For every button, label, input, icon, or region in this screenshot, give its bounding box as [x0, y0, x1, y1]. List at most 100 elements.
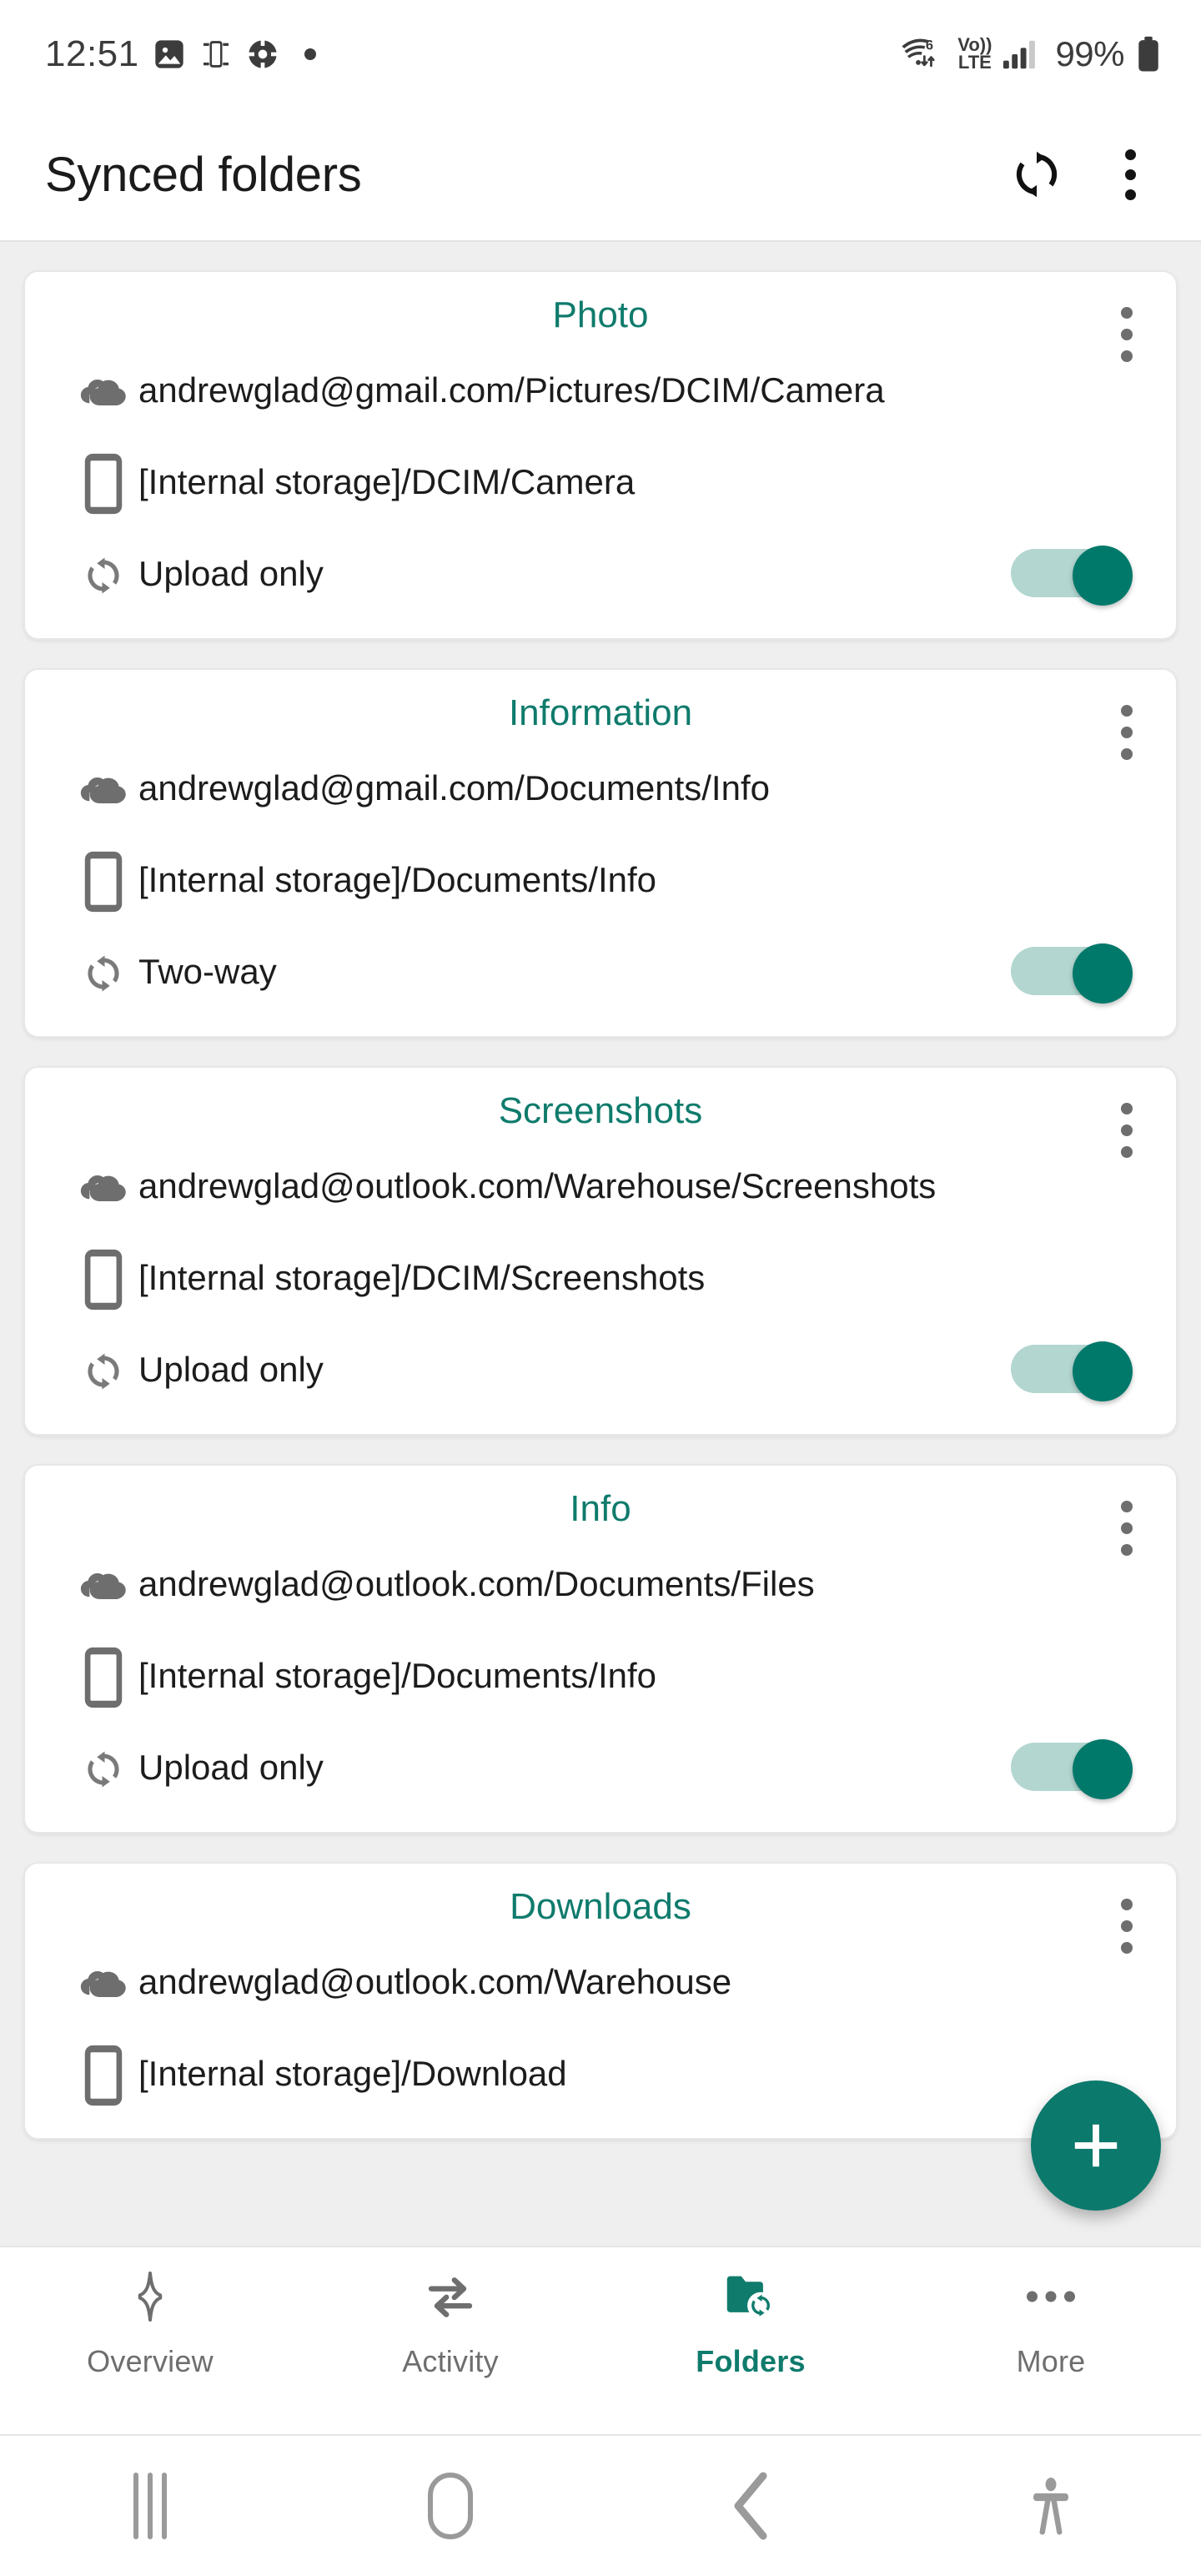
sync-arrows-icon [68, 1739, 138, 1794]
back-button[interactable] [600, 2470, 901, 2542]
signal-bars-icon [1002, 38, 1040, 71]
folder-details: andrewglad@gmail.com/Documents/Info [Inte… [25, 747, 1176, 1011]
sync-mode-label: Upload only [138, 1350, 324, 1390]
back-chevron-icon [734, 2472, 767, 2540]
local-path: [Internal storage]/DCIM/Screenshots [138, 1258, 706, 1298]
kebab-dot [1121, 1103, 1133, 1114]
image-icon [153, 38, 186, 71]
folder-card[interactable]: Information andrewglad@gmail.com/Document… [23, 668, 1178, 1038]
home-button[interactable] [300, 2473, 600, 2539]
kebab-dot [1121, 727, 1133, 738]
status-clock: 12:51 [45, 33, 139, 74]
folder-details: andrewglad@outlook.com/Documents/Files [I… [25, 1543, 1176, 1807]
sync-arrows-icon [68, 1341, 138, 1396]
bottom-nav-item-activity[interactable]: Activity [300, 2266, 600, 2379]
sync-arrows-icon [88, 1353, 119, 1390]
bottom-nav-item-folders[interactable]: Folders [600, 2266, 901, 2379]
page-title: Synced folders [45, 147, 362, 202]
folder-enable-toggle[interactable] [1011, 546, 1133, 606]
local-path: [Internal storage]/Documents/Info [138, 1656, 656, 1696]
dot-icon [304, 48, 316, 60]
phone-device-icon [68, 1640, 138, 1710]
folder-list[interactable]: Photo andrewglad@gmail.com/Pictures/DCIM/… [0, 242, 1201, 2246]
app-header: Synced folders [0, 108, 1201, 242]
ellipsis-icon [1023, 2266, 1078, 2327]
header-actions [1004, 142, 1163, 207]
local-path: [Internal storage]/DCIM/Camera [138, 462, 636, 502]
folder-enable-toggle[interactable] [1011, 1739, 1133, 1799]
svg-text:6: 6 [926, 38, 933, 53]
bottom-nav-label: Overview [87, 2344, 214, 2378]
folder-enable-toggle[interactable] [1011, 943, 1133, 1004]
sync-arrows-icon [68, 546, 138, 601]
status-bar-right: 6 Vo)) LTE 99% [901, 34, 1163, 74]
volte-line2: LTE [957, 52, 992, 73]
app-root: 12:51 6 Vo)) LTE 99% Synced folders Phot… [0, 0, 1201, 2576]
bottom-nav-label: More [1016, 2344, 1086, 2378]
toggle-thumb [1073, 1341, 1133, 1401]
accessibility-button[interactable] [901, 2477, 1201, 2535]
folder-enable-toggle[interactable] [1011, 1341, 1133, 1401]
remote-path-row: andrewglad@outlook.com/Warehouse/Screens… [25, 1145, 1176, 1225]
phone-device-icon [68, 1242, 138, 1312]
plus-icon [1074, 2124, 1118, 2167]
remote-path: andrewglad@outlook.com/Warehouse [138, 1962, 732, 2002]
sync-mode-label: Two-way [138, 952, 277, 992]
kebab-dot [1121, 329, 1133, 340]
remote-path-row: andrewglad@outlook.com/Documents/Files [25, 1543, 1176, 1623]
kebab-dot [1121, 1501, 1133, 1512]
bottom-nav-item-overview[interactable]: Overview [0, 2266, 300, 2379]
battery-percent: 99% [1055, 34, 1124, 73]
bottom-nav-label: Activity [402, 2344, 499, 2378]
phone-device-icon [68, 2038, 138, 2108]
transfer-arrows-icon [428, 2277, 473, 2317]
cloud-icon [80, 1572, 126, 1599]
remote-path-row: andrewglad@outlook.com/Warehouse [25, 1941, 1176, 2021]
phone-device-icon [84, 2045, 123, 2106]
folder-card[interactable]: Screenshots andrewglad@outlook.com/Wareho… [23, 1066, 1178, 1436]
folder-title: Downloads [510, 1886, 691, 1927]
folder-details: andrewglad@outlook.com/Warehouse/Screens… [25, 1145, 1176, 1409]
bottom-nav-label: Folders [696, 2344, 806, 2378]
remote-path: andrewglad@outlook.com/Documents/Files [138, 1564, 815, 1604]
sync-mode-row: Two-way [25, 931, 1176, 1011]
bottom-navigation: Overview Activity Folders More [0, 2246, 1201, 2436]
transfer-arrows-icon [424, 2266, 477, 2327]
sync-mode-row: Upload only [25, 1727, 1176, 1807]
kebab-dot [1121, 1920, 1133, 1932]
folder-card[interactable]: Downloads andrewglad@outlook.com/Warehous… [23, 1862, 1178, 2140]
folder-title: Screenshots [498, 1090, 703, 1131]
local-path: [Internal storage]/Documents/Info [138, 860, 656, 900]
recents-icon [133, 2473, 167, 2539]
folder-card[interactable]: Info andrewglad@outlook.com/Documents/Fil… [23, 1464, 1178, 1834]
cloud-icon [68, 1961, 138, 2001]
local-path-row: [Internal storage]/Documents/Info [25, 1635, 1176, 1715]
wifi-icon: 6 [901, 36, 947, 73]
toggle-thumb [1073, 546, 1133, 606]
folder-title: Info [570, 1488, 631, 1529]
folder-sync-icon [722, 2266, 779, 2327]
local-path-row: [Internal storage]/DCIM/Screenshots [25, 1237, 1176, 1317]
toggle-thumb [1073, 1739, 1133, 1799]
kebab-dot [1124, 169, 1136, 180]
cloud-icon [80, 1175, 126, 1201]
cloud-icon [68, 370, 138, 410]
local-path-row: [Internal storage]/Documents/Info [25, 839, 1176, 919]
kebab-menu-icon[interactable] [1098, 142, 1163, 207]
battery-full-icon [1134, 36, 1163, 73]
sync-icon[interactable] [1004, 142, 1069, 207]
home-icon [428, 2473, 473, 2539]
kebab-dot [1121, 1899, 1133, 1910]
sync-arrows-icon [68, 943, 138, 999]
local-path-row: [Internal storage]/DCIM/Camera [25, 441, 1176, 521]
add-folder-button[interactable] [1031, 2080, 1161, 2211]
volte-icon: Vo)) LTE [957, 36, 992, 73]
sync-mode-row: Upload only [25, 533, 1176, 613]
target-icon [245, 38, 279, 71]
recents-button[interactable] [0, 2473, 300, 2539]
phone-device-icon [84, 851, 123, 913]
bottom-nav-item-more[interactable]: More [901, 2266, 1201, 2379]
sparkle-icon [123, 2266, 177, 2327]
sync-mode-label: Upload only [138, 1748, 324, 1788]
folder-card[interactable]: Photo andrewglad@gmail.com/Pictures/DCIM/… [23, 270, 1178, 640]
